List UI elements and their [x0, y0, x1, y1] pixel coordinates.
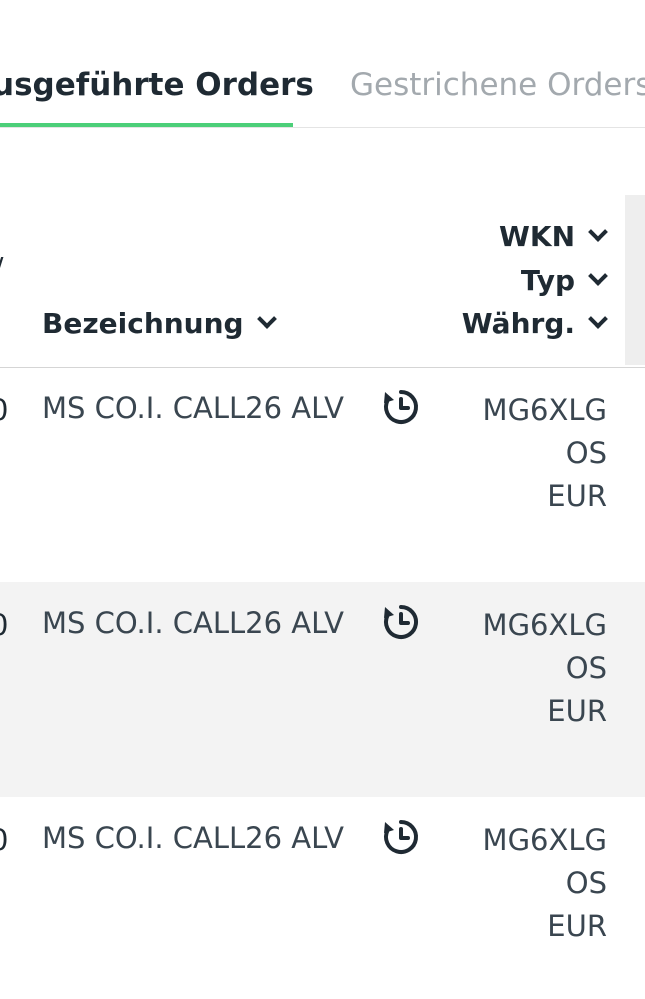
- sort-currency-header[interactable]: Währg.: [461, 303, 608, 343]
- type-value: OS: [565, 651, 607, 685]
- security-name: MS CO.I. CALL26 ALV: [42, 391, 344, 425]
- tab-executed-orders[interactable]: usgeführte Orders: [0, 66, 314, 104]
- tab-cancelled-orders[interactable]: Gestrichene Orders: [350, 66, 645, 104]
- wkn-value: MG6XLG: [482, 393, 607, 427]
- type-value: OS: [565, 436, 607, 470]
- order-tabs: usgeführte Orders Gestrichene Orders: [0, 0, 645, 128]
- currency-value: EUR: [547, 479, 607, 513]
- active-tab-indicator: [0, 123, 293, 127]
- bezeichnung-header-label: Bezeichnung: [42, 306, 244, 340]
- table-row[interactable]: 0 MS CO.I. CALL26 ALV MG6XLG OS EUR: [0, 797, 645, 999]
- sort-wkn-header[interactable]: WKN: [498, 216, 608, 256]
- wkn-value: MG6XLG: [482, 823, 607, 857]
- wkn-value: MG6XLG: [482, 608, 607, 642]
- table-row[interactable]: 0 MS CO.I. CALL26 ALV MG6XLG OS EUR: [0, 367, 645, 582]
- sort-bezeichnung-header[interactable]: Bezeichnung: [42, 303, 277, 343]
- currency-value: EUR: [547, 694, 607, 728]
- fixed-column-shadow: [625, 195, 645, 365]
- history-icon[interactable]: [382, 603, 420, 641]
- orders-page: usgeführte Orders Gestrichene Orders / .…: [0, 0, 645, 999]
- cut-cell-value: 0: [0, 608, 8, 642]
- history-icon[interactable]: [382, 388, 420, 426]
- chevron-down-icon: [588, 222, 608, 242]
- table-row[interactable]: 0 MS CO.I. CALL26 ALV MG6XLG OS EUR: [0, 582, 645, 797]
- table-header: / . Bezeichnung WKN Typ Währg.: [0, 195, 645, 368]
- chevron-down-icon: [588, 266, 608, 286]
- cut-cell-value: 0: [0, 823, 8, 857]
- cut-header-mark: .: [0, 299, 3, 332]
- currency-header-label: Währg.: [461, 306, 575, 340]
- wkn-type-currency-cell: MG6XLG OS EUR: [483, 389, 607, 518]
- chevron-down-icon: [588, 309, 608, 329]
- wkn-type-currency-cell: MG6XLG OS EUR: [483, 604, 607, 733]
- type-value: OS: [565, 866, 607, 900]
- chevron-down-icon: [256, 309, 277, 329]
- cut-header-mark: /: [0, 251, 3, 284]
- wkn-type-currency-cell: MG6XLG OS EUR: [483, 819, 607, 948]
- currency-value: EUR: [547, 909, 607, 943]
- security-name: MS CO.I. CALL26 ALV: [42, 606, 344, 640]
- wkn-header-label: WKN: [498, 219, 575, 253]
- cut-cell-value: 0: [0, 393, 8, 427]
- sort-type-header[interactable]: Typ: [520, 260, 608, 300]
- type-header-label: Typ: [520, 263, 575, 297]
- history-icon[interactable]: [382, 818, 420, 856]
- security-name: MS CO.I. CALL26 ALV: [42, 821, 344, 855]
